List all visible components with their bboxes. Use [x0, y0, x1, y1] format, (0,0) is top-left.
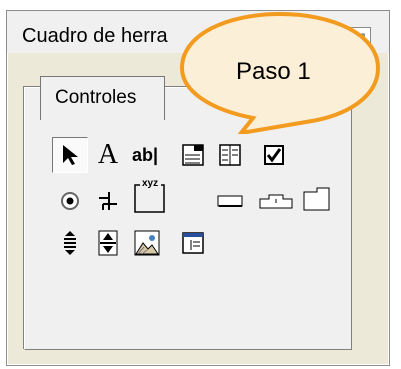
command-button-tool-icon [217, 195, 243, 207]
command-button-tool-button[interactable] [212, 183, 248, 219]
checkbox-tool-button[interactable] [256, 137, 292, 173]
textbox-tool-button[interactable]: ab| [127, 137, 163, 173]
checkbox-tool-icon [264, 145, 284, 165]
tab-controles[interactable]: Controles [40, 76, 165, 120]
option-button-tool-icon [61, 192, 79, 210]
tabstrip-tool-icon [259, 194, 293, 209]
tabstrip-tool-button[interactable] [258, 183, 294, 219]
option-button-tool-button[interactable] [52, 183, 88, 219]
image-tool-button[interactable] [129, 225, 165, 261]
spinbutton-tool-button[interactable] [90, 225, 126, 261]
combobox-tool-icon [182, 144, 204, 166]
tab-label: Controles [55, 87, 137, 108]
scrollbar-tool-icon [64, 231, 76, 255]
callout-text: Paso 1 [236, 58, 311, 85]
combobox-tool-button[interactable] [175, 137, 211, 173]
frame-tool-caption: xyz [142, 178, 159, 189]
label-tool-button[interactable]: A [90, 137, 126, 173]
textbox-tool-icon: ab| [131, 144, 159, 165]
image-tool-icon [134, 230, 160, 256]
scrollbar-tool-button[interactable] [52, 225, 88, 261]
pointer-tool-icon [63, 145, 78, 165]
frame-tool-button[interactable]: xyz [130, 177, 172, 219]
toggle-button-tool-button[interactable] [90, 183, 126, 219]
multipage-tool-button[interactable] [300, 181, 336, 217]
refedit-tool-button[interactable] [175, 225, 211, 261]
label-tool-icon: A [97, 139, 119, 170]
spinbutton-tool-icon [98, 230, 118, 256]
refedit-tool-icon [182, 232, 204, 254]
toggle-button-tool-icon [99, 192, 117, 210]
listbox-tool-icon [219, 144, 241, 166]
pointer-tool-button[interactable] [52, 137, 88, 173]
listbox-tool-button[interactable] [212, 137, 248, 173]
window-title: Cuadro de herra [22, 25, 168, 47]
multipage-tool-icon [303, 187, 330, 211]
